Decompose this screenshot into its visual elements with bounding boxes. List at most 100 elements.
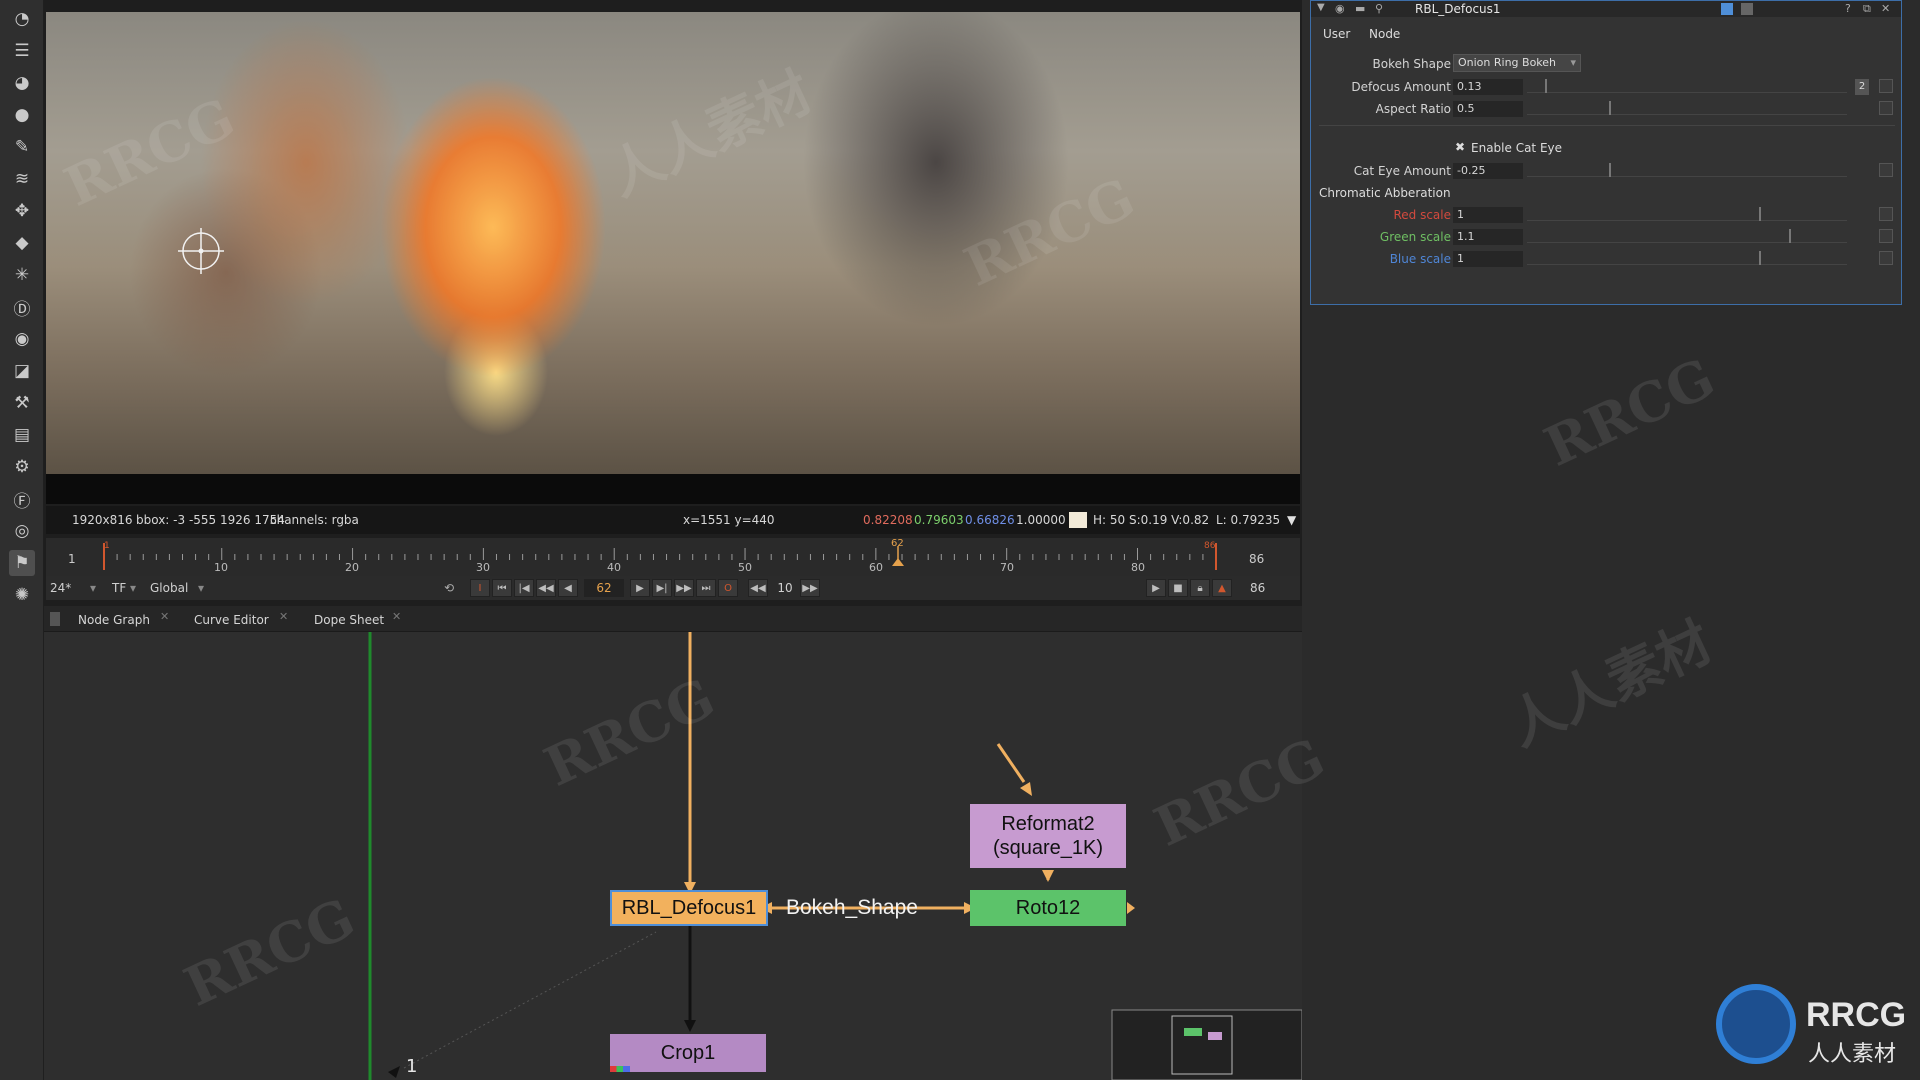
aspect-ratio-slider[interactable] [1527, 101, 1847, 115]
step-forward-button[interactable]: ▶| [652, 579, 672, 597]
defocus-amount-slider[interactable] [1527, 79, 1847, 93]
warning-icon[interactable]: ▲ [1212, 579, 1232, 597]
animation-button[interactable] [1879, 207, 1893, 221]
particles-icon[interactable]: ✳ [9, 262, 35, 288]
increment-field[interactable]: 10 [772, 579, 798, 597]
tile-color-button[interactable] [1741, 3, 1753, 15]
range-scope[interactable]: Global [150, 579, 188, 597]
animation-button[interactable] [1879, 251, 1893, 265]
tool-icon[interactable]: ⚒ [9, 390, 35, 416]
animation-button[interactable] [1879, 229, 1893, 243]
views-icon[interactable]: ◉ [9, 326, 35, 352]
last-frame-button[interactable]: ⏭ [696, 579, 716, 597]
panel-menu-icon[interactable] [50, 612, 60, 626]
viewer-image[interactable] [46, 12, 1300, 474]
defocus-amount-input[interactable]: 0.13 [1453, 79, 1523, 95]
rbl-plugin-icon[interactable]: ⚑ [9, 550, 35, 576]
3d-icon[interactable]: ◆ [9, 230, 35, 256]
bbox-text: bbox: -3 -555 1926 1754 [136, 513, 285, 527]
other-icon[interactable]: ⚙ [9, 454, 35, 480]
skip-forward-button[interactable]: ▶▶ [800, 579, 820, 597]
bokeh-shape-dropdown[interactable]: Onion Ring Bokeh ▾ [1453, 54, 1581, 72]
first-frame-button[interactable]: ⏮ [492, 579, 512, 597]
close-icon[interactable]: ✕ [160, 610, 169, 623]
pin-icon[interactable]: ⚲ [1375, 2, 1383, 15]
close-icon[interactable]: ✕ [392, 610, 401, 623]
scope-dropdown-icon[interactable]: ▾ [198, 579, 204, 597]
next-key-button[interactable]: ▶▶ [674, 579, 694, 597]
current-frame-field[interactable]: 62 [584, 579, 624, 597]
help-icon[interactable]: ? [1845, 2, 1851, 15]
float-icon[interactable]: ⧉ [1863, 2, 1871, 16]
collapse-icon[interactable]: ▼ [1317, 2, 1325, 13]
step-back-button[interactable]: ◀ [558, 579, 578, 597]
prev-increment-button[interactable]: ◀◀ [536, 579, 556, 597]
animation-button[interactable] [1879, 79, 1893, 93]
lock-icon[interactable]: 🔒︎ [1190, 579, 1210, 597]
cat-eye-amount-input[interactable]: -0.25 [1453, 163, 1523, 179]
loop-icon[interactable]: ⟲ [444, 579, 454, 597]
end-frame-field[interactable]: 86 [1250, 579, 1265, 597]
metadata-icon[interactable]: ◪ [9, 358, 35, 384]
out-point-button[interactable]: O [718, 579, 738, 597]
node-roto[interactable]: Roto12 [970, 890, 1126, 926]
nuke-icon[interactable]: ✺ [9, 582, 35, 608]
channel-icon[interactable]: ≋ [9, 166, 35, 192]
plugin-icon[interactable]: ◎ [9, 518, 35, 544]
image-icon[interactable]: ◕ [9, 70, 35, 96]
green-scale-slider[interactable] [1527, 229, 1847, 243]
transform-icon[interactable]: ✥ [9, 198, 35, 224]
viewer-toggle-icon[interactable]: ◉ [1335, 2, 1345, 15]
crosshair-icon[interactable] [178, 228, 224, 274]
in-point-button[interactable]: I [470, 579, 490, 597]
node-name-field[interactable]: RBL_Defocus1 [1415, 2, 1501, 16]
defocus-badge[interactable]: 2 [1855, 79, 1869, 95]
tab-node-graph[interactable]: Node Graph [78, 610, 150, 630]
tick-label: 50 [738, 561, 752, 574]
close-icon[interactable]: ✕ [279, 610, 288, 623]
menu-icon[interactable]: ☰ [9, 38, 35, 64]
furnace-icon[interactable]: Ⓕ [9, 486, 35, 512]
aspect-ratio-input[interactable]: 0.5 [1453, 101, 1523, 117]
tf-field[interactable]: TF [112, 579, 126, 597]
play-button[interactable]: ▶ [630, 579, 650, 597]
paint-icon[interactable]: ✎ [9, 134, 35, 160]
viewer-icon[interactable]: ◔ [9, 6, 35, 32]
tf-dropdown-icon[interactable]: ▾ [130, 579, 136, 597]
tick-label: 20 [345, 561, 359, 574]
deep-icon[interactable]: Ⓓ [9, 294, 35, 320]
tab-node[interactable]: Node [1369, 27, 1400, 41]
timeline[interactable]: 1 1 62 86 86 10 20 30 40 50 60 70 80 [46, 538, 1300, 576]
blue-scale-input[interactable]: 1 [1453, 251, 1523, 267]
color-button[interactable] [1721, 3, 1733, 15]
red-scale-slider[interactable] [1527, 207, 1847, 221]
animation-button[interactable] [1879, 101, 1893, 115]
prev-key-button[interactable]: |◀ [514, 579, 534, 597]
cat-eye-amount-slider[interactable] [1527, 163, 1847, 177]
checkbox-icon[interactable]: ✖ [1455, 140, 1465, 154]
stop-icon[interactable]: ■ [1168, 579, 1188, 597]
info-dropdown-icon[interactable]: ▼ [1287, 513, 1296, 527]
node-crop[interactable]: Crop1 [610, 1034, 766, 1072]
draw-icon[interactable]: ● [9, 102, 35, 128]
red-scale-input[interactable]: 1 [1453, 207, 1523, 223]
flipbook-icon[interactable]: ▶ [1146, 579, 1166, 597]
fps-field[interactable]: 24* [50, 579, 71, 597]
toolsets-icon[interactable]: ▤ [9, 422, 35, 448]
skip-back-button[interactable]: ◀◀ [748, 579, 768, 597]
snap-icon[interactable]: ▬ [1355, 2, 1365, 15]
tab-curve-editor[interactable]: Curve Editor [194, 610, 269, 630]
blue-scale-slider[interactable] [1527, 251, 1847, 265]
node-graph[interactable]: RBL_Defocus1 Reformat2 (square_1K) Roto1… [44, 632, 1302, 1080]
node-rbl-defocus[interactable]: RBL_Defocus1 [610, 890, 768, 926]
close-icon[interactable]: ✕ [1881, 2, 1890, 15]
green-scale-input[interactable]: 1.1 [1453, 229, 1523, 245]
timeline-ruler[interactable] [46, 538, 1300, 576]
node-reformat[interactable]: Reformat2 (square_1K) [970, 804, 1126, 868]
fps-dropdown-icon[interactable]: ▾ [90, 579, 96, 597]
enable-cat-eye-label[interactable]: Enable Cat Eye [1471, 141, 1562, 155]
coords-text: x=1551 y=440 [683, 513, 775, 527]
tab-dope-sheet[interactable]: Dope Sheet [314, 610, 384, 630]
animation-button[interactable] [1879, 163, 1893, 177]
tab-user[interactable]: User [1323, 27, 1350, 41]
